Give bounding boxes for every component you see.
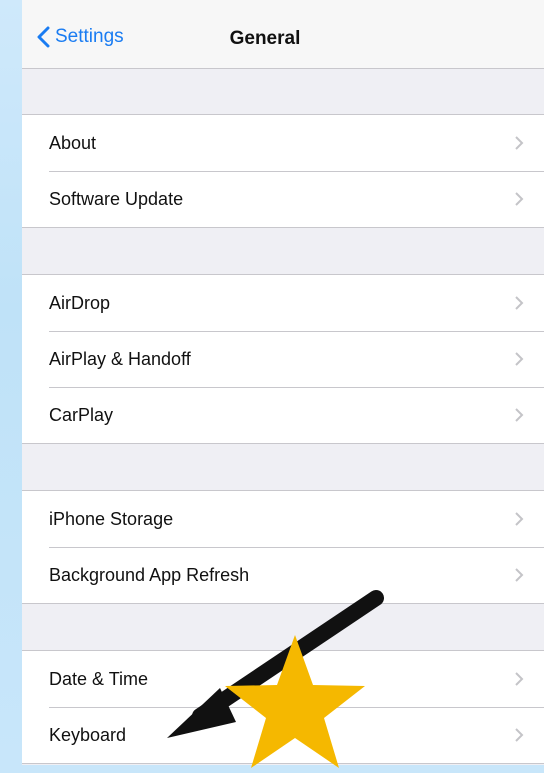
row-label: Software Update [49,188,184,209]
row-label: AirPlay & Handoff [49,348,191,369]
row-airplay-handoff[interactable]: AirPlay & Handoff [22,331,544,387]
row-carplay[interactable]: CarPlay [22,387,544,443]
row-label: CarPlay [49,404,114,425]
chevron-right-icon [515,192,524,206]
chevron-right-icon [515,512,524,526]
settings-group-3: iPhone Storage Background App Refresh [22,490,544,604]
row-label: About [49,132,97,153]
row-label: AirDrop [49,292,111,313]
settings-screen: Settings General About Software Update A… [22,0,544,765]
row-about[interactable]: About [22,115,544,171]
chevron-right-icon [515,672,524,686]
settings-group-1: About Software Update [22,114,544,228]
row-date-time[interactable]: Date & Time [22,651,544,707]
settings-group-2: AirDrop AirPlay & Handoff CarPlay [22,274,544,444]
page-title: General [229,28,301,49]
row-background-app-refresh[interactable]: Background App Refresh [22,547,544,603]
settings-group-4: Date & Time Keyboard [22,650,544,764]
chevron-right-icon [515,296,524,310]
row-keyboard[interactable]: Keyboard [22,707,544,763]
chevron-right-icon [515,568,524,582]
row-label: Keyboard [49,724,127,745]
navigation-bar: Settings General [22,0,544,69]
chevron-right-icon [515,408,524,422]
row-iphone-storage[interactable]: iPhone Storage [22,491,544,547]
chevron-right-icon [515,728,524,742]
row-label: Date & Time [49,668,149,689]
chevron-right-icon [515,136,524,150]
row-label: iPhone Storage [49,508,174,529]
row-airdrop[interactable]: AirDrop [22,275,544,331]
row-software-update[interactable]: Software Update [22,171,544,227]
chevron-right-icon [515,352,524,366]
row-label: Background App Refresh [49,564,250,585]
